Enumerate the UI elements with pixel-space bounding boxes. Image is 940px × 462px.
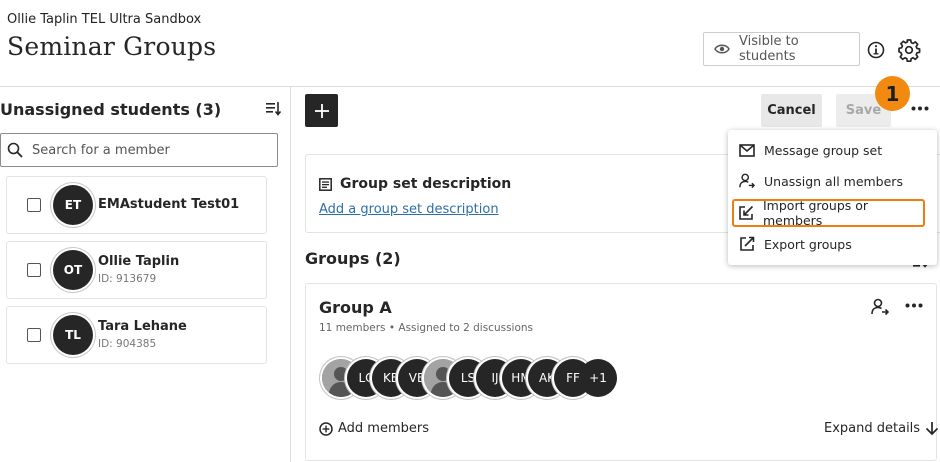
cancel-button[interactable]: Cancel <box>761 94 822 127</box>
student-checkbox[interactable] <box>27 198 41 212</box>
unassigned-students-title: Unassigned students (3) <box>0 100 222 119</box>
student-checkbox[interactable] <box>27 263 41 277</box>
menu-item-label: Unassign all members <box>764 173 903 189</box>
add-group-button[interactable] <box>305 94 338 127</box>
header-divider <box>0 86 940 87</box>
more-options-icon[interactable] <box>911 106 929 111</box>
student-id: ID: 904385 <box>98 338 157 350</box>
visibility-button[interactable]: Visible to students <box>703 32 860 66</box>
panel-divider <box>290 86 291 462</box>
search-icon <box>7 142 23 158</box>
arrow-down-icon <box>925 421 939 436</box>
student-name: EMAstudent Test01 <box>98 197 240 212</box>
eye-icon <box>714 43 730 55</box>
course-name: Ollie Taplin TEL Ultra Sandbox <box>7 12 202 27</box>
student-card[interactable]: OT Ollie Taplin ID: 913679 <box>6 241 267 299</box>
gear-icon[interactable] <box>897 38 921 62</box>
avatar: ET <box>53 185 93 225</box>
groups-title: Groups (2) <box>305 249 401 268</box>
expand-details-button[interactable]: Expand details <box>824 421 939 436</box>
assign-user-icon[interactable] <box>871 298 889 316</box>
student-id: ID: 913679 <box>98 273 157 285</box>
group-set-description-heading: Group set description <box>319 176 511 192</box>
envelope-icon <box>739 143 755 157</box>
menu-item-import-groups[interactable]: Import groups or members <box>732 198 925 228</box>
plus-circle-icon <box>319 421 333 436</box>
plus-icon <box>314 103 329 118</box>
menu-item-export-groups[interactable]: Export groups <box>738 231 928 257</box>
add-members-label: Add members <box>338 421 429 436</box>
member-overflow-badge[interactable]: +1 <box>579 359 617 397</box>
group-more-options-icon[interactable] <box>905 303 923 308</box>
sort-icon[interactable] <box>265 101 282 117</box>
unassign-user-icon <box>739 173 755 189</box>
page-title: Seminar Groups <box>7 32 217 61</box>
avatar: OT <box>53 250 93 290</box>
step-number-badge: 1 <box>875 76 910 111</box>
student-name: Ollie Taplin <box>98 254 180 269</box>
import-icon <box>738 205 754 221</box>
menu-item-message-group-set[interactable]: Message group set <box>738 137 928 163</box>
export-icon <box>739 236 755 252</box>
menu-item-label: Message group set <box>764 142 883 158</box>
expand-details-label: Expand details <box>824 421 921 436</box>
member-search-input[interactable]: Search for a member <box>0 133 278 167</box>
add-description-link[interactable]: Add a group set description <box>319 202 499 217</box>
student-card[interactable]: ET EMAstudent Test01 <box>6 176 267 234</box>
student-name: Tara Lehane <box>98 319 187 334</box>
visibility-label: Visible to students <box>739 34 799 64</box>
document-icon <box>319 177 332 191</box>
student-card[interactable]: TL Tara Lehane ID: 904385 <box>6 306 267 364</box>
menu-item-unassign-all[interactable]: Unassign all members <box>738 168 928 194</box>
search-placeholder: Search for a member <box>32 142 170 158</box>
group-meta: 11 members • Assigned to 2 discussions <box>319 322 534 334</box>
info-icon[interactable] <box>867 41 885 59</box>
group-name: Group A <box>319 298 392 317</box>
menu-item-label: Export groups <box>764 236 852 252</box>
avatar: TL <box>53 315 93 355</box>
menu-item-label: Import groups or members <box>763 198 869 228</box>
student-checkbox[interactable] <box>27 328 41 342</box>
add-members-button[interactable]: Add members <box>319 421 429 436</box>
group-set-description-title: Group set description <box>340 176 512 192</box>
